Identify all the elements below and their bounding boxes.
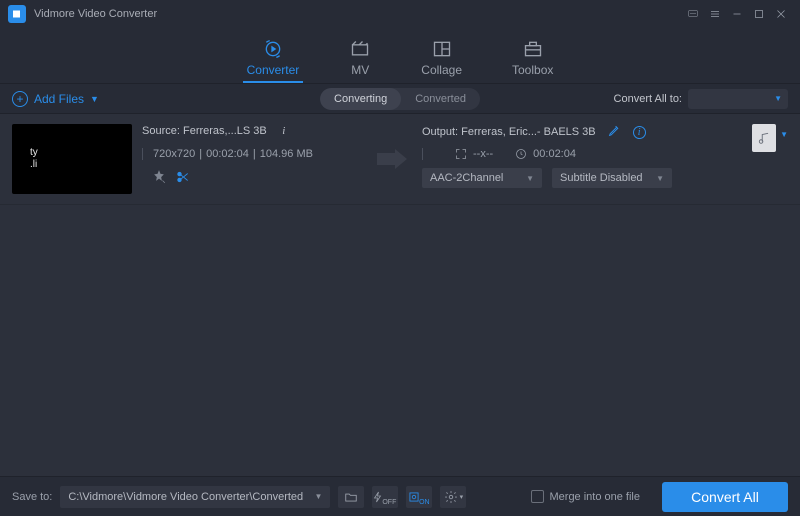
file-row: ty.li Source: Ferreras,...LS 3B i 720x72…: [0, 114, 800, 205]
audio-track-select[interactable]: AAC-2Channel▼: [422, 168, 542, 188]
convert-all-to-select[interactable]: ▼: [688, 89, 788, 109]
converter-icon: [262, 39, 284, 59]
source-duration: 00:02:04: [206, 148, 249, 160]
source-size: 104.96 MB: [260, 148, 313, 160]
merge-label: Merge into one file: [550, 491, 641, 503]
save-path-select[interactable]: C:\Vidmore\Vidmore Video Converter\Conve…: [60, 486, 330, 508]
dropdown-icon: ▼: [656, 174, 664, 183]
feedback-icon[interactable]: [682, 3, 704, 25]
maximize-icon[interactable]: [748, 3, 770, 25]
format-dropdown-icon[interactable]: ▼: [780, 130, 788, 139]
settings-button[interactable]: ▾: [440, 486, 466, 508]
menu-icon[interactable]: [704, 3, 726, 25]
source-resolution: 720x720: [153, 148, 195, 160]
clock-icon: [515, 148, 527, 160]
collage-icon: [431, 39, 453, 59]
tab-collage[interactable]: Collage: [421, 39, 462, 83]
segment-converted[interactable]: Converted: [401, 88, 480, 110]
tab-label: Toolbox: [512, 63, 553, 77]
tab-converter[interactable]: Converter: [247, 39, 300, 83]
lightning-button[interactable]: OFF: [372, 486, 398, 508]
convert-all-button[interactable]: Convert All: [662, 482, 788, 512]
video-thumbnail[interactable]: ty.li: [12, 124, 132, 194]
edit-icon[interactable]: [608, 124, 621, 140]
output-column: Output: Ferreras, Eric...- BAELS 3B i --…: [422, 124, 742, 194]
tab-label: Collage: [421, 63, 462, 77]
main-tabs: Converter MV Collage Toolbox: [0, 28, 800, 84]
mv-icon: [349, 39, 371, 59]
convert-all-to-label: Convert All to:: [614, 93, 682, 105]
merge-checkbox[interactable]: Merge into one file: [531, 490, 641, 503]
subtitle-select[interactable]: Subtitle Disabled▼: [552, 168, 672, 188]
add-files-label: Add Files: [34, 92, 84, 106]
dropdown-icon: ▼: [774, 94, 782, 103]
minimize-icon[interactable]: [726, 3, 748, 25]
output-format: ▼: [752, 124, 788, 194]
save-to-label: Save to:: [12, 491, 52, 503]
format-tile[interactable]: [752, 124, 776, 152]
close-icon[interactable]: [770, 3, 792, 25]
dropdown-icon: ▼: [314, 492, 322, 501]
tab-mv[interactable]: MV: [349, 39, 371, 83]
star-wand-icon[interactable]: [152, 170, 166, 184]
toolbox-icon: [522, 39, 544, 59]
add-files-button[interactable]: + Add Files ▼: [12, 91, 99, 107]
open-folder-button[interactable]: [338, 486, 364, 508]
arrow-right-icon: [372, 124, 412, 194]
output-resolution: --x--: [473, 148, 493, 160]
status-segment: Converting Converted: [320, 88, 480, 110]
source-column: Source: Ferreras,...LS 3B i 720x720 | 00…: [142, 124, 362, 194]
gpu-button[interactable]: ON: [406, 486, 432, 508]
chevron-down-icon: ▼: [90, 94, 99, 104]
dropdown-icon: ▼: [526, 174, 534, 183]
tab-label: MV: [351, 63, 369, 77]
tab-toolbox[interactable]: Toolbox: [512, 39, 553, 83]
output-label: Output:: [422, 126, 458, 138]
titlebar: Vidmore Video Converter: [0, 0, 800, 28]
source-filename: Ferreras,...LS 3B: [183, 125, 267, 137]
segment-converting[interactable]: Converting: [320, 88, 401, 110]
save-path: C:\Vidmore\Vidmore Video Converter\Conve…: [68, 491, 303, 503]
info-output-icon[interactable]: i: [633, 126, 646, 139]
plus-circle-icon: +: [12, 91, 28, 107]
app-title: Vidmore Video Converter: [34, 8, 157, 20]
tab-label: Converter: [247, 63, 300, 77]
toolbar: + Add Files ▼ Converting Converted Conve…: [0, 84, 800, 114]
source-label: Source:: [142, 125, 180, 137]
output-filename: Ferreras, Eric...- BAELS 3B: [461, 126, 595, 138]
footer: Save to: C:\Vidmore\Vidmore Video Conver…: [0, 476, 800, 516]
scissors-icon[interactable]: [176, 170, 190, 184]
file-list: ty.li Source: Ferreras,...LS 3B i 720x72…: [0, 114, 800, 476]
convert-all-to: Convert All to: ▼: [614, 89, 788, 109]
output-duration: 00:02:04: [533, 148, 576, 160]
checkbox-icon: [531, 490, 544, 503]
app-logo: [8, 5, 26, 23]
expand-icon: [455, 148, 467, 160]
info-icon[interactable]: i: [277, 124, 291, 138]
